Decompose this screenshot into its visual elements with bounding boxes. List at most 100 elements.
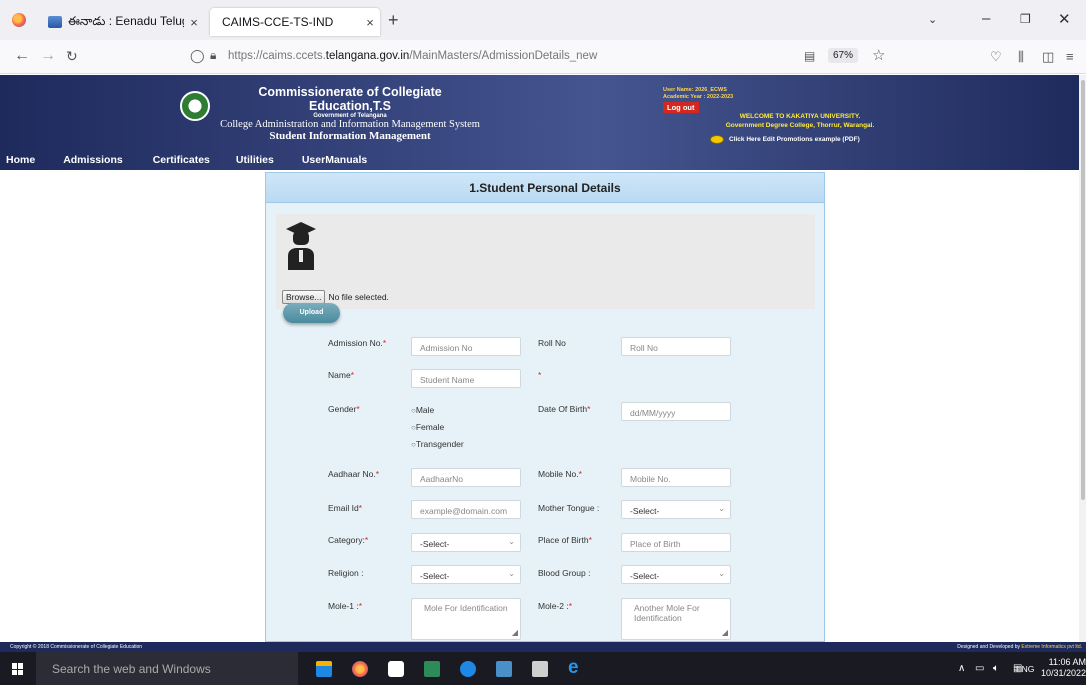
library-icon[interactable]: ⫼: [1018, 49, 1024, 65]
site-header: Commissionerate of Collegiate Education,…: [0, 75, 1086, 170]
menu-home[interactable]: Home: [6, 154, 35, 170]
zoom-level[interactable]: 67%: [828, 48, 859, 63]
welcome-university: WELCOME TO KAKATIYA UNIVERSITY.: [739, 113, 861, 120]
promotions-link-text[interactable]: Click Here Edit Promotions example (PDF): [729, 136, 860, 143]
clock-date: 10/31/2022: [1040, 668, 1086, 678]
student-details-panel: 1.Student Personal Details Browse... No …: [265, 172, 825, 642]
windows-start-icon[interactable]: [12, 663, 24, 675]
mother-tongue-label: Mother Tongue :: [538, 503, 600, 513]
main-menu: Home Admissions Certificates Utilities U…: [0, 154, 367, 170]
resize-grip-icon: ◢: [511, 628, 518, 637]
user-name: User Name: 2026_ECWS: [663, 87, 727, 93]
religion-select[interactable]: -Select- ⌄: [411, 565, 521, 584]
section-title: 1.Student Personal Details: [266, 173, 824, 203]
mole1-textarea[interactable]: Mole For Identification ◢: [411, 598, 521, 640]
app-icon[interactable]: [460, 661, 476, 677]
url-text: https://caims.ccets.telangana.gov.in/Mai…: [228, 50, 598, 62]
telangana-emblem-icon: [180, 91, 210, 121]
taskbar-clock[interactable]: 11:06 AM 10/31/2022: [1040, 657, 1086, 679]
place-of-birth-label: Place of Birth*: [538, 535, 592, 545]
copyright-text: Copyright © 2018 Commissionerate of Coll…: [10, 644, 143, 650]
photos-icon[interactable]: [496, 661, 512, 677]
firefox-icon[interactable]: [12, 13, 26, 27]
category-select[interactable]: -Select- ⌄: [411, 533, 521, 552]
mole2-label: Mole-2 :*: [538, 601, 573, 611]
aadhaar-input[interactable]: AadhaarNo: [411, 468, 521, 487]
network-icon[interactable]: ▭: [975, 663, 984, 674]
forward-icon[interactable]: →: [40, 48, 56, 64]
academic-year: Academic Year : 2022-2023: [663, 94, 734, 100]
gender-label: Gender*: [328, 404, 360, 414]
menu-utilities[interactable]: Utilities: [236, 154, 274, 170]
list-tabs-icon[interactable]: ⌄: [928, 13, 937, 26]
mole2-textarea[interactable]: Another Mole For Identification ◢: [621, 598, 731, 640]
chevron-down-icon: ⌄: [508, 569, 515, 578]
roll-no-input[interactable]: Roll No: [621, 337, 731, 356]
tab-title: ఈనాడు : Eenadu Telugu News P…: [68, 13, 184, 28]
email-input[interactable]: example@domain.com: [411, 500, 521, 519]
chevron-down-icon: ⌄: [718, 504, 725, 513]
restore-icon[interactable]: ❐: [1020, 12, 1031, 26]
menu-admissions[interactable]: Admissions: [63, 154, 123, 170]
mobile-label: Mobile No.*: [538, 469, 582, 479]
taskbar-search-box[interactable]: Search the web and Windows: [36, 652, 298, 685]
admission-no-input[interactable]: Admission No: [411, 337, 521, 356]
internet-explorer-icon[interactable]: e: [568, 658, 584, 677]
close-window-icon[interactable]: ✕: [1058, 10, 1071, 28]
reader-view-icon[interactable]: ▤: [804, 49, 815, 63]
task-view-icon[interactable]: [316, 661, 332, 677]
browse-button[interactable]: Browse...: [282, 290, 326, 304]
language-indicator[interactable]: ENG: [1016, 664, 1034, 674]
tab-close-icon[interactable]: ×: [360, 15, 380, 30]
mole1-label: Mole-1 :*: [328, 601, 363, 611]
reload-icon[interactable]: ↻: [66, 48, 78, 64]
admission-no-label: Admission No.*: [328, 338, 387, 348]
tray-chevron-icon[interactable]: ∧: [958, 663, 965, 674]
shield-icon[interactable]: ◯: [190, 48, 205, 64]
file-status: No file selected.: [328, 292, 389, 302]
welcome-message: WELCOME TO KAKATIYA UNIVERSITY. Governme…: [710, 113, 890, 130]
roll-no-label: Roll No: [538, 338, 566, 348]
developer-link[interactable]: Extreme Informatics pvt ltd.: [1021, 644, 1082, 650]
chevron-down-icon: ⌄: [508, 537, 515, 546]
name-extra-required-mark: *: [538, 370, 542, 380]
menu-usermanuals[interactable]: UserManuals: [302, 154, 367, 170]
windows-taskbar: Search the web and Windows e ∧ ▭ 🔈︎ ▤ EN…: [0, 652, 1086, 685]
minimize-icon[interactable]: –: [982, 10, 990, 27]
menu-icon[interactable]: ≡: [1066, 49, 1074, 64]
back-icon[interactable]: ←: [14, 48, 30, 64]
tab-close-icon[interactable]: ×: [184, 15, 204, 30]
upload-button[interactable]: Upload: [283, 303, 340, 323]
store-icon[interactable]: [388, 661, 404, 677]
blood-group-select[interactable]: -Select- ⌄: [621, 565, 731, 584]
url-bar[interactable]: ◯ 🔒︎ https://caims.ccets.telangana.gov.i…: [182, 44, 902, 70]
new-badge-icon: [710, 135, 724, 144]
volume-icon[interactable]: 🔈︎: [993, 663, 999, 674]
menu-certificates[interactable]: Certificates: [153, 154, 210, 170]
lock-icon[interactable]: 🔒︎: [210, 48, 216, 63]
firefox-taskbar-icon[interactable]: [352, 661, 368, 677]
religion-label: Religion :: [328, 568, 364, 578]
student-name-input[interactable]: Student Name: [411, 369, 521, 388]
promotions-link[interactable]: Click Here Edit Promotions example (PDF): [710, 135, 860, 144]
category-label: Category:*: [328, 535, 369, 545]
calculator-icon[interactable]: [532, 661, 548, 677]
bookmark-star-icon[interactable]: ☆: [872, 46, 885, 64]
tab-caims[interactable]: CAIMS-CCE-TS-IND ×: [210, 8, 380, 36]
sidebar-icon[interactable]: ◫: [1042, 49, 1054, 65]
gender-male-radio[interactable]: ○Male: [411, 405, 434, 415]
excel-icon[interactable]: [424, 661, 440, 677]
new-tab-button[interactable]: +: [388, 11, 399, 29]
mobile-input[interactable]: Mobile No.: [621, 468, 731, 487]
tab-eenadu[interactable]: ఈనాడు : Eenadu Telugu News P… ×: [38, 8, 204, 36]
gender-transgender-radio[interactable]: ○Transgender: [411, 439, 464, 449]
gender-female-radio[interactable]: ○Female: [411, 422, 444, 432]
header-subsystem: Student Information Management: [269, 130, 431, 142]
page-scrollbar-thumb[interactable]: [1081, 80, 1085, 500]
pocket-icon[interactable]: ♡: [990, 49, 1002, 65]
logout-button[interactable]: Log out: [663, 102, 699, 113]
dob-input[interactable]: dd/MM/yyyy: [621, 402, 731, 421]
clock-time: 11:06 AM: [1048, 657, 1086, 667]
mother-tongue-select[interactable]: -Select- ⌄: [621, 500, 731, 519]
place-of-birth-input[interactable]: Place of Birth: [621, 533, 731, 552]
